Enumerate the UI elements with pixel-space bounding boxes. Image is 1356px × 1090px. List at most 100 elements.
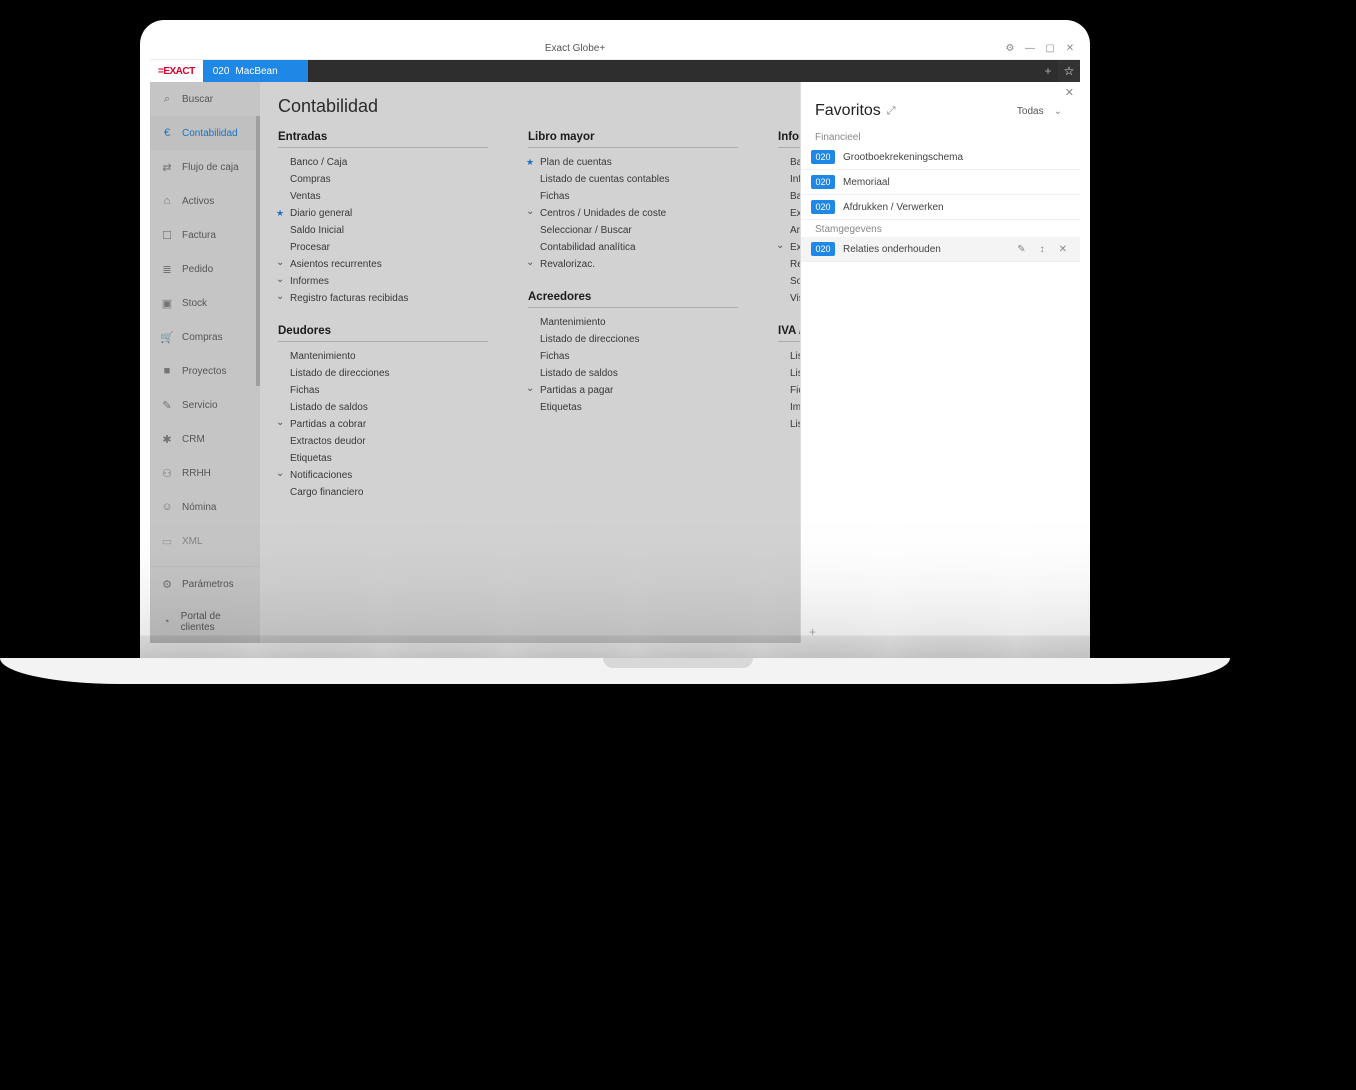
favorites-group-label: Stamgegevens [801,220,1080,237]
sidebar-item-activos[interactable]: ⌂ Activos [150,184,260,218]
favorite-item[interactable]: 020 Grootboekrekeningschema [801,145,1080,170]
remove-icon[interactable]: ✕ [1056,244,1070,255]
sidebar-item-label: Activos [182,196,214,207]
menu-item[interactable]: Asientos recurrentes [278,256,488,273]
sidebar-item-label: Contabilidad [182,128,238,139]
sidebar-search[interactable]: ⌕ Buscar [150,82,260,116]
menu-item[interactable]: Partidas a cobrar [278,416,488,433]
menu-item[interactable]: Procesar [278,239,488,256]
euro-icon: € [160,126,174,140]
favorite-item[interactable]: 020 Memoriaal [801,170,1080,195]
sidebar-item-label: Stock [182,298,207,309]
favorites-toggle[interactable]: ☆ [1058,60,1080,82]
menu-item[interactable]: Etiquetas [278,450,488,467]
edit-icon[interactable]: ✎ [1014,244,1028,255]
menu-item[interactable]: Mantenimiento [528,314,738,331]
menu-item[interactable]: Mantenimiento [278,348,488,365]
sidebar-item-flujo[interactable]: ⇄ Flujo de caja [150,150,260,184]
menu-item[interactable]: Listado de saldos [528,365,738,382]
menu-item[interactable]: Centros / Unidades de coste [528,205,738,222]
gear-icon: ⚙ [160,577,174,591]
sidebar: ⌕ Buscar € Contabilidad ⇄ Flujo de caja … [150,82,260,643]
sidebar-portal[interactable]: ◔ Portal de clientes [150,601,260,643]
menu-item[interactable]: Fichas [278,382,488,399]
payroll-icon: ☺ [160,500,174,514]
stock-icon: ▣ [160,296,174,310]
window-title: Exact Globe+ [150,43,1000,54]
menu-item[interactable]: Banco / Caja [278,154,488,171]
sidebar-item-pedido[interactable]: ≣ Pedido [150,252,260,286]
add-tab-button[interactable]: + [1038,60,1058,82]
sidebar-item-compras[interactable]: 🛒 Compras [150,320,260,354]
close-button[interactable]: ✕ [1060,43,1080,54]
menu-item[interactable]: Etiquetas [528,399,738,416]
menu-item[interactable]: Seleccionar / Buscar [528,222,738,239]
cashflow-icon: ⇄ [160,160,174,174]
portal-icon: ◔ [160,615,173,629]
sidebar-item-nomina[interactable]: ☺ Nómina [150,490,260,524]
menu-item[interactable]: Fichas [528,348,738,365]
chevron-down-icon[interactable]: ⌄ [1050,106,1066,117]
favorites-title: Favoritos [815,102,881,120]
favorite-code: 020 [811,242,835,256]
menu-item[interactable]: Registro facturas recibidas [278,290,488,307]
menu-item[interactable]: Contabilidad analítica [528,239,738,256]
sidebar-item-stock[interactable]: ▣ Stock [150,286,260,320]
menu-item[interactable]: Listado de direcciones [528,331,738,348]
favorites-filter[interactable]: Todas [1017,106,1044,117]
menu-item[interactable]: Revalorizac. [528,256,738,273]
menu-item[interactable]: Ventas [278,188,488,205]
sidebar-item-label: Factura [182,230,216,241]
favorites-panel: ✕ Favoritos ⤢ Todas ⌄ Financieel 020 Gro… [800,82,1080,643]
move-icon[interactable]: ↕ [1037,244,1048,255]
menu-item[interactable]: Diario general [278,205,488,222]
people-icon: ⚇ [160,466,174,480]
favorite-item[interactable]: 020 Relaties onderhouden ✎ ↕ ✕ [801,237,1080,262]
menu-item[interactable]: Fichas [528,188,738,205]
window-titlebar: Exact Globe+ ⚙ — ▢ ✕ [150,38,1080,60]
sidebar-item-factura[interactable]: ☐ Factura [150,218,260,252]
section-heading: Deudores [278,325,488,342]
favorite-code: 020 [811,150,835,164]
sidebar-item-label: XML [182,536,203,547]
xml-icon: ▭ [160,534,174,548]
sidebar-item-label: Parámetros [182,579,234,590]
favorite-code: 020 [811,175,835,189]
sidebar-item-label: Portal de clientes [181,611,250,633]
brand-logo: =EXACT [150,60,203,82]
menu-item[interactable]: Compras [278,171,488,188]
settings-icon[interactable]: ⚙ [1000,43,1020,54]
sidebar-item-rrhh[interactable]: ⚇ RRHH [150,456,260,490]
menu-item[interactable]: Listado de saldos [278,399,488,416]
menu-item[interactable]: Listado de cuentas contables [528,171,738,188]
menu-item[interactable]: Notificaciones [278,467,488,484]
sidebar-parametros[interactable]: ⚙ Parámetros [150,567,260,601]
sidebar-item-servicio[interactable]: ✎ Servicio [150,388,260,422]
sidebar-item-proyectos[interactable]: ■ Proyectos [150,354,260,388]
tab-bar: =EXACT 020 MacBean + ☆ [150,60,1080,82]
close-icon[interactable]: ✕ [1065,86,1074,99]
menu-item[interactable]: Informes [278,273,488,290]
pin-icon[interactable]: ⤢ [887,105,896,118]
sidebar-item-crm[interactable]: ✱ CRM [150,422,260,456]
favorite-label: Memoriaal [843,177,890,188]
sidebar-item-xml[interactable]: ▭ XML [150,524,260,558]
menu-item[interactable]: Cargo financiero [278,484,488,501]
menu-item[interactable]: Saldo Inicial [278,222,488,239]
menu-item[interactable]: Extractos deudor [278,433,488,450]
menu-item[interactable]: Partidas a pagar [528,382,738,399]
menu-item[interactable]: Listado de direcciones [278,365,488,382]
section-heading: Libro mayor [528,131,738,148]
tab-active[interactable]: 020 MacBean [203,60,308,82]
add-favorite-button[interactable]: + [809,625,816,639]
favorites-group-label: Financieel [801,128,1080,145]
menu-item[interactable]: Plan de cuentas [528,154,738,171]
order-icon: ≣ [160,262,174,276]
sidebar-item-contabilidad[interactable]: € Contabilidad [150,116,260,150]
sidebar-item-label: Servicio [182,400,218,411]
sidebar-item-label: Proyectos [182,366,226,377]
projects-icon: ■ [160,364,174,378]
favorite-item[interactable]: 020 Afdrukken / Verwerken [801,195,1080,220]
maximize-button[interactable]: ▢ [1040,43,1060,54]
minimize-button[interactable]: — [1020,43,1040,54]
